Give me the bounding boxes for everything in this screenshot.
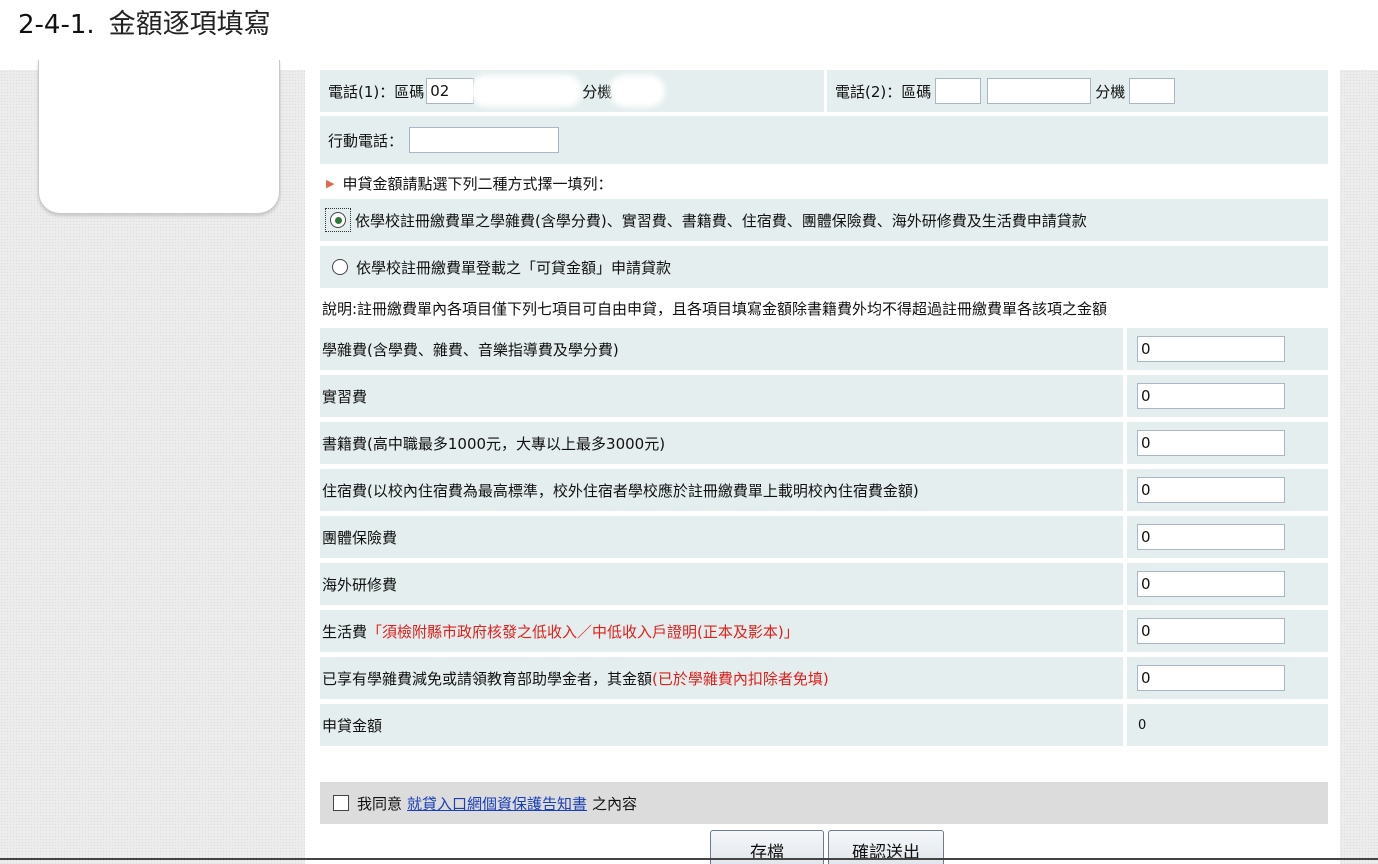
amount-input[interactable]: 0 xyxy=(1137,524,1285,550)
item-label: 實習費 xyxy=(322,387,368,406)
phone1-number-input[interactable] xyxy=(476,81,577,101)
agree-suffix: 之內容 xyxy=(592,794,638,813)
item-value-cell: 0 xyxy=(1127,516,1328,558)
right-margin-background xyxy=(1340,70,1378,864)
left-sidebar-background xyxy=(0,60,305,864)
item-label: 已享有學雜費減免或請領教育部助學金者，其金額 xyxy=(322,669,653,688)
agree-prefix: 我同意 xyxy=(357,794,403,813)
phone2-area-code-input[interactable] xyxy=(935,78,982,104)
item-label: 生活費 xyxy=(322,622,368,641)
amount-input[interactable]: 0 xyxy=(1137,430,1285,456)
item-row: 生活費 「須檢附縣市政府核發之低收入／中低收入戶證明(正本及影本)」 xyxy=(320,610,1123,652)
item-value-cell: 0 xyxy=(1127,422,1328,464)
note-row: 說明:註冊繳費單內各項目僅下列七項目可自由申貸，且各項目填寫金額除書籍費外均不得… xyxy=(320,293,1328,323)
item-label: 團體保險費 xyxy=(322,528,398,547)
phone2-row: 電話(2)：區碼 分機 xyxy=(827,70,1328,112)
heading-number: 2-4-1. xyxy=(18,10,95,40)
option1-focus-ring xyxy=(325,208,351,232)
option1-radio[interactable] xyxy=(330,212,346,228)
phone2-number-input[interactable] xyxy=(987,78,1092,104)
item-value-cell: 0 xyxy=(1127,375,1328,417)
item-value-cell: 0 xyxy=(1127,328,1328,370)
item-value-cell: 0 xyxy=(1127,563,1328,605)
amount-input[interactable]: 0 xyxy=(1137,618,1285,644)
item-label: 學雜費(含學費、雜費、音樂指導費及學分費) xyxy=(322,340,619,359)
note-text: 說明:註冊繳費單內各項目僅下列七項目可自由申貸，且各項目填寫金額除書籍費外均不得… xyxy=(322,299,1108,318)
phone2-ext-label: 分機 xyxy=(1095,82,1126,101)
item-row: 已享有學雜費減免或請領教育部助學金者，其金額 (已於學雜費內扣除者免填) xyxy=(320,657,1123,699)
item-label: 書籍費(高中職最多1000元，大專以上最多3000元) xyxy=(322,434,666,453)
option1-row[interactable]: 依學校註冊繳費單之學雜費(含學分費)、實習費、書籍費、住宿費、團體保險費、海外研… xyxy=(320,199,1328,241)
agree-checkbox[interactable] xyxy=(333,795,349,811)
item-row: 實習費 xyxy=(320,375,1123,417)
instruction-text: 申貸金額請點選下列二種方式擇一填列： xyxy=(342,174,613,193)
item-label: 海外研修費 xyxy=(322,575,398,594)
item-row: 學雜費(含學費、雜費、音樂指導費及學分費) xyxy=(320,328,1123,370)
option2-radio[interactable] xyxy=(332,259,348,275)
radio-selected-dot-icon xyxy=(334,216,342,224)
item-row: 團體保險費 xyxy=(320,516,1123,558)
amount-input[interactable]: 0 xyxy=(1137,571,1285,597)
phone2-ext-input[interactable] xyxy=(1129,78,1176,104)
item-row: 書籍費(高中職最多1000元，大專以上最多3000元) xyxy=(320,422,1123,464)
loan-total-label: 申貸金額 xyxy=(322,716,383,735)
phone1-ext-label: 分機 xyxy=(582,82,613,101)
agree-row: 我同意 就貸入口網個資保護告知書 之內容 xyxy=(320,782,1328,824)
arrow-bullet-icon: ▶ xyxy=(326,176,335,190)
heading-title: 金額逐項填寫 xyxy=(108,9,271,40)
phone2-label: 電話(2)：區碼 xyxy=(835,82,932,101)
instruction-row: ▶ 申貸金額請點選下列二種方式擇一填列： xyxy=(320,170,1328,196)
page-divider xyxy=(0,858,1378,860)
option1-label: 依學校註冊繳費單之學雜費(含學分費)、實習費、書籍費、住宿費、團體保險費、海外研… xyxy=(355,211,1087,230)
loan-form: 電話(1)：區碼 02 分機 電話(2)：區碼 分機 行動電話： ▶ 申貸金額請… xyxy=(305,70,1340,864)
phone1-area-code-input[interactable]: 02 xyxy=(426,78,475,104)
amount-input[interactable]: 0 xyxy=(1137,477,1285,503)
item-note: 「須檢附縣市政府核發之低收入／中低收入戶證明(正本及影本)」 xyxy=(367,622,799,641)
privacy-notice-link[interactable]: 就貸入口網個資保護告知書 xyxy=(407,793,587,814)
amount-input[interactable]: 0 xyxy=(1137,383,1285,409)
loan-total-row: 申貸金額 xyxy=(320,704,1123,746)
document-heading: 2-4-1. 金額逐項填寫 xyxy=(18,2,271,42)
phone1-label: 電話(1)：區碼 xyxy=(328,82,425,101)
amount-input[interactable]: 0 xyxy=(1137,336,1285,362)
item-note: (已於學雜費內扣除者免填) xyxy=(652,669,829,688)
item-label: 住宿費(以校內住宿費為最高標準，校外住宿者學校應於註冊繳費單上載明校內住宿費金額… xyxy=(322,481,919,500)
option2-label: 依學校註冊繳費單登載之「可貸金額」申請貸款 xyxy=(356,258,672,277)
item-value-cell: 0 xyxy=(1127,469,1328,511)
option2-row[interactable]: 依學校註冊繳費單登載之「可貸金額」申請貸款 xyxy=(320,246,1328,288)
phone1-row: 電話(1)：區碼 02 分機 xyxy=(320,70,824,112)
mobile-label: 行動電話： xyxy=(328,131,404,150)
mobile-row: 行動電話： xyxy=(320,116,1328,164)
loan-total-value-cell: 0 xyxy=(1127,704,1328,746)
mobile-input[interactable] xyxy=(409,127,560,153)
item-row: 海外研修費 xyxy=(320,563,1123,605)
amount-input[interactable]: 0 xyxy=(1137,665,1285,691)
item-row: 住宿費(以校內住宿費為最高標準，校外住宿者學校應於註冊繳費單上載明校內住宿費金額… xyxy=(320,469,1123,511)
sidebar-card xyxy=(38,60,280,214)
phone1-ext-input[interactable] xyxy=(615,81,660,101)
item-value-cell: 0 xyxy=(1127,657,1328,699)
item-value-cell: 0 xyxy=(1127,610,1328,652)
loan-total-value: 0 xyxy=(1138,717,1147,733)
